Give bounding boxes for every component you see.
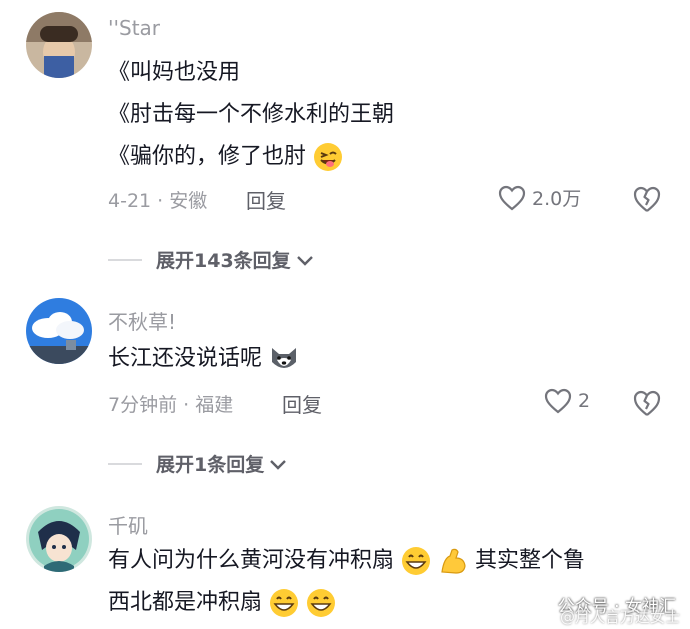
username[interactable]: 千矶 — [108, 510, 148, 539]
wechat-icon — [529, 595, 552, 613]
divider — [108, 258, 142, 261]
comment-text: 其实整个鲁 — [475, 548, 586, 573]
winking-tongue-emoji — [313, 142, 343, 172]
comment-meta: 4-21 · 安徽 — [108, 190, 208, 212]
avatar[interactable] — [26, 298, 92, 364]
grinning-emoji — [306, 588, 336, 618]
comment-text: 长江还没说话呢 — [108, 346, 263, 371]
avatar[interactable] — [26, 506, 92, 572]
like-count: 2.0万 — [532, 188, 582, 210]
husky-emoji — [269, 344, 299, 374]
reply-button[interactable]: 回复 — [246, 185, 286, 214]
username[interactable]: 不秋草! — [108, 306, 176, 335]
comment-text-line: 西北都是冲积扇 — [108, 588, 336, 618]
comment-item: ''Star 《叫妈也没用 《肘击每一个不修水利的王朝 《骗你的，修了也肘 4-… — [0, 0, 690, 290]
expand-replies-button[interactable]: 展开143条回复 — [108, 246, 315, 273]
grinning-emoji — [401, 546, 431, 576]
comment-text-line: 有人问为什么黄河没有冲积扇 其实整个鲁 — [108, 546, 585, 576]
flexed-biceps-emoji — [438, 546, 468, 576]
comment-text-line: 长江还没说话呢 — [108, 344, 299, 374]
divider — [108, 462, 142, 465]
reply-button[interactable]: 回复 — [282, 389, 322, 418]
chevron-down-icon — [296, 255, 313, 266]
comment-text-line: 《肘击每一个不修水利的王朝 — [108, 102, 395, 127]
username[interactable]: ''Star — [108, 16, 160, 40]
expand-replies-label: 展开143条回复 — [156, 250, 291, 272]
comment-text-line: 《骗你的，修了也肘 — [108, 142, 343, 172]
heart-outline-icon — [544, 388, 572, 414]
avatar[interactable] — [26, 12, 92, 78]
comment-text: 西北都是冲积扇 — [108, 590, 263, 615]
broken-heart-icon[interactable] — [632, 184, 662, 214]
broken-heart-icon[interactable] — [632, 388, 662, 418]
expand-replies-label: 展开1条回复 — [156, 454, 265, 476]
comment-text: 《骗你的，修了也肘 — [108, 144, 307, 169]
chevron-down-icon — [270, 459, 287, 470]
comment-text: 有人问为什么黄河没有冲积扇 — [108, 548, 395, 573]
heart-outline-icon — [498, 185, 526, 210]
expand-replies-button[interactable]: 展开1条回复 — [108, 450, 288, 477]
grinning-emoji — [269, 588, 299, 618]
comment-item: 不秋草! 长江还没说话呢 7分钟前 · 福建 回复 2 展开1条回复 — [0, 290, 690, 490]
watermark-overlay: @月人言万达女士 — [559, 608, 680, 626]
like-count: 2 — [578, 390, 591, 412]
like-button[interactable]: 2 — [544, 388, 590, 414]
comment-text-line: 《叫妈也没用 — [108, 60, 241, 85]
comment-meta: 7分钟前 · 福建 — [108, 394, 234, 416]
like-button[interactable]: 2.0万 — [498, 184, 581, 211]
